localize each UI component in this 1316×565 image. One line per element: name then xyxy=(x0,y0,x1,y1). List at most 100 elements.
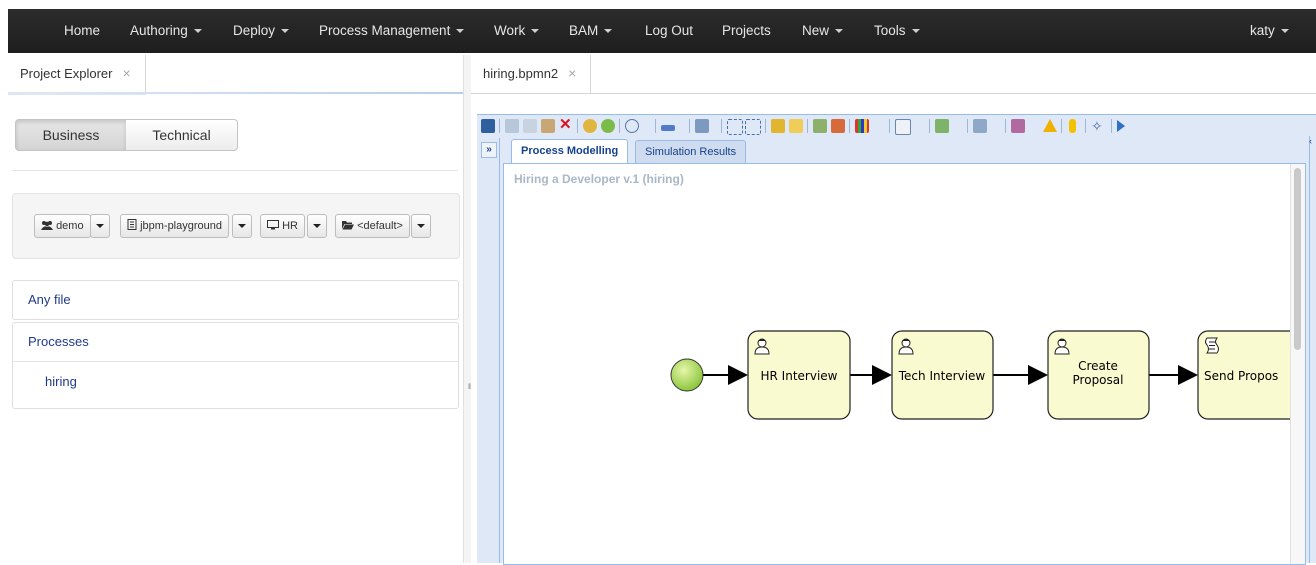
toolbar-separator xyxy=(765,119,766,133)
chevron-down-icon xyxy=(911,29,920,34)
zoom-fit-icon[interactable] xyxy=(727,119,743,135)
process-editor-panel: hiring.bpmn2 × ✕ ✧ » Process Modelling S… xyxy=(471,55,1316,565)
tab-label: Project Explorer xyxy=(20,66,113,81)
organizational-unit-dropdown[interactable] xyxy=(90,214,110,238)
zoom-actual-icon[interactable] xyxy=(745,119,761,135)
close-icon[interactable]: × xyxy=(122,65,130,81)
package-selector[interactable]: <default> xyxy=(335,214,410,238)
any-file-section: Any file xyxy=(12,280,459,320)
save-icon[interactable] xyxy=(481,119,495,133)
process-diagram: HR Interview Tech Interview Create Propo… xyxy=(670,330,1290,420)
nav-bam[interactable]: BAM xyxy=(569,9,613,53)
chevron-down-icon xyxy=(281,29,290,34)
color-theme-icon[interactable] xyxy=(855,119,869,133)
align-icon[interactable] xyxy=(661,125,675,131)
any-file-link[interactable]: Any file xyxy=(28,281,71,319)
task-tech-interview[interactable]: Tech Interview xyxy=(891,330,994,420)
toolbar-separator xyxy=(1085,119,1086,133)
project-selector-bar: demo jbpm-playground HR <default> xyxy=(12,193,460,259)
toolbar-separator xyxy=(1005,119,1006,133)
toolbar-separator xyxy=(967,119,968,133)
task-label: Send Propos xyxy=(1204,369,1278,383)
task-label: Proposal xyxy=(1073,373,1124,387)
highlight-icon[interactable] xyxy=(1069,119,1076,133)
undo-icon[interactable] xyxy=(583,119,597,133)
toolbar-separator xyxy=(1111,119,1112,133)
nav-deploy[interactable]: Deploy xyxy=(233,9,290,53)
scrollbar-thumb[interactable] xyxy=(1294,168,1301,350)
nav-log-out[interactable]: Log Out xyxy=(645,9,693,53)
expand-properties-icon[interactable]: ‹ xyxy=(1309,136,1316,150)
expand-palette-icon[interactable]: » xyxy=(481,142,497,158)
edit-icon[interactable] xyxy=(973,119,987,133)
cut-icon[interactable] xyxy=(505,119,519,133)
expand-icon[interactable] xyxy=(831,119,845,133)
toolbar-separator xyxy=(577,119,578,133)
editor-tab-bar: hiring.bpmn2 × xyxy=(471,55,1316,94)
copy-icon[interactable] xyxy=(523,119,537,133)
nav-work[interactable]: Work xyxy=(494,9,540,53)
redo-icon[interactable] xyxy=(601,119,615,133)
warning-icon[interactable] xyxy=(1043,119,1057,132)
nav-tools[interactable]: Tools xyxy=(874,9,920,53)
unlock-icon[interactable] xyxy=(789,119,803,133)
repository-selector[interactable]: jbpm-playground xyxy=(120,214,229,238)
project-explorer-panel: Project Explorer × Business Technical dem… xyxy=(8,55,463,563)
divider xyxy=(12,170,458,171)
canvas-vertical-scrollbar[interactable] xyxy=(1290,164,1305,564)
process-canvas[interactable]: Hiring a Developer v.1 (hiring) HR Inter… xyxy=(503,163,1306,565)
nav-projects[interactable]: Projects xyxy=(722,9,771,53)
palette-collapsed-column: » xyxy=(477,138,500,563)
divider xyxy=(13,361,458,362)
chevron-down-icon xyxy=(1280,29,1289,34)
delete-icon[interactable]: ✕ xyxy=(559,117,572,133)
move-icon[interactable]: ✧ xyxy=(1091,119,1105,133)
nav-new[interactable]: New xyxy=(802,9,844,53)
nav-authoring[interactable]: Authoring xyxy=(130,9,202,53)
chevron-down-icon xyxy=(531,29,540,34)
package-dropdown[interactable] xyxy=(411,214,431,238)
simulation-icon[interactable] xyxy=(1011,119,1025,133)
close-icon[interactable]: × xyxy=(568,65,576,81)
task-label: Create xyxy=(1078,359,1118,373)
tab-label: hiring.bpmn2 xyxy=(483,66,559,81)
processes-header[interactable]: Processes xyxy=(28,323,89,361)
toolbar-separator xyxy=(689,119,690,133)
repository-icon xyxy=(127,219,137,230)
process-item-hiring[interactable]: hiring xyxy=(45,363,77,401)
group-shapes-icon[interactable] xyxy=(695,119,709,133)
collapse-icon[interactable] xyxy=(813,119,827,133)
properties-icon[interactable] xyxy=(895,119,911,135)
technical-view-button[interactable]: Technical xyxy=(126,119,238,151)
folder-open-icon xyxy=(342,221,354,230)
task-send-proposal[interactable]: Send Propos xyxy=(1197,330,1290,420)
start-event[interactable] xyxy=(670,358,704,392)
chevron-down-icon xyxy=(604,29,613,34)
task-hr-interview[interactable]: HR Interview xyxy=(747,330,851,420)
organizational-unit-selector[interactable]: demo xyxy=(34,214,91,238)
play-icon[interactable] xyxy=(1117,120,1125,132)
import-icon[interactable] xyxy=(935,119,949,133)
project-dropdown[interactable] xyxy=(307,214,327,238)
chevron-down-icon xyxy=(193,29,202,34)
business-view-button[interactable]: Business xyxy=(15,119,127,151)
chevron-down-icon xyxy=(835,29,844,34)
tab-process-modelling[interactable]: Process Modelling xyxy=(511,139,629,164)
task-label: HR Interview xyxy=(761,369,838,383)
monitor-icon xyxy=(267,220,279,230)
history-icon[interactable] xyxy=(625,119,639,133)
repository-dropdown[interactable] xyxy=(232,214,252,238)
tab-hiring-bpmn2[interactable]: hiring.bpmn2 × xyxy=(471,55,592,93)
task-create-proposal[interactable]: Create Proposal xyxy=(1047,330,1150,420)
properties-collapsed-column: ‹ xyxy=(1309,136,1316,563)
user-menu[interactable]: katy xyxy=(1250,9,1289,53)
toolbar-separator xyxy=(849,119,850,133)
tab-simulation-results[interactable]: Simulation Results xyxy=(635,140,747,163)
lock-icon[interactable] xyxy=(771,119,785,133)
nav-process-management[interactable]: Process Management xyxy=(319,9,465,53)
project-selector[interactable]: HR xyxy=(260,214,305,238)
paste-icon[interactable] xyxy=(541,119,555,133)
left-tab-bar: Project Explorer × xyxy=(8,55,463,95)
tab-project-explorer[interactable]: Project Explorer × xyxy=(8,55,146,95)
nav-home[interactable]: Home xyxy=(64,9,100,53)
